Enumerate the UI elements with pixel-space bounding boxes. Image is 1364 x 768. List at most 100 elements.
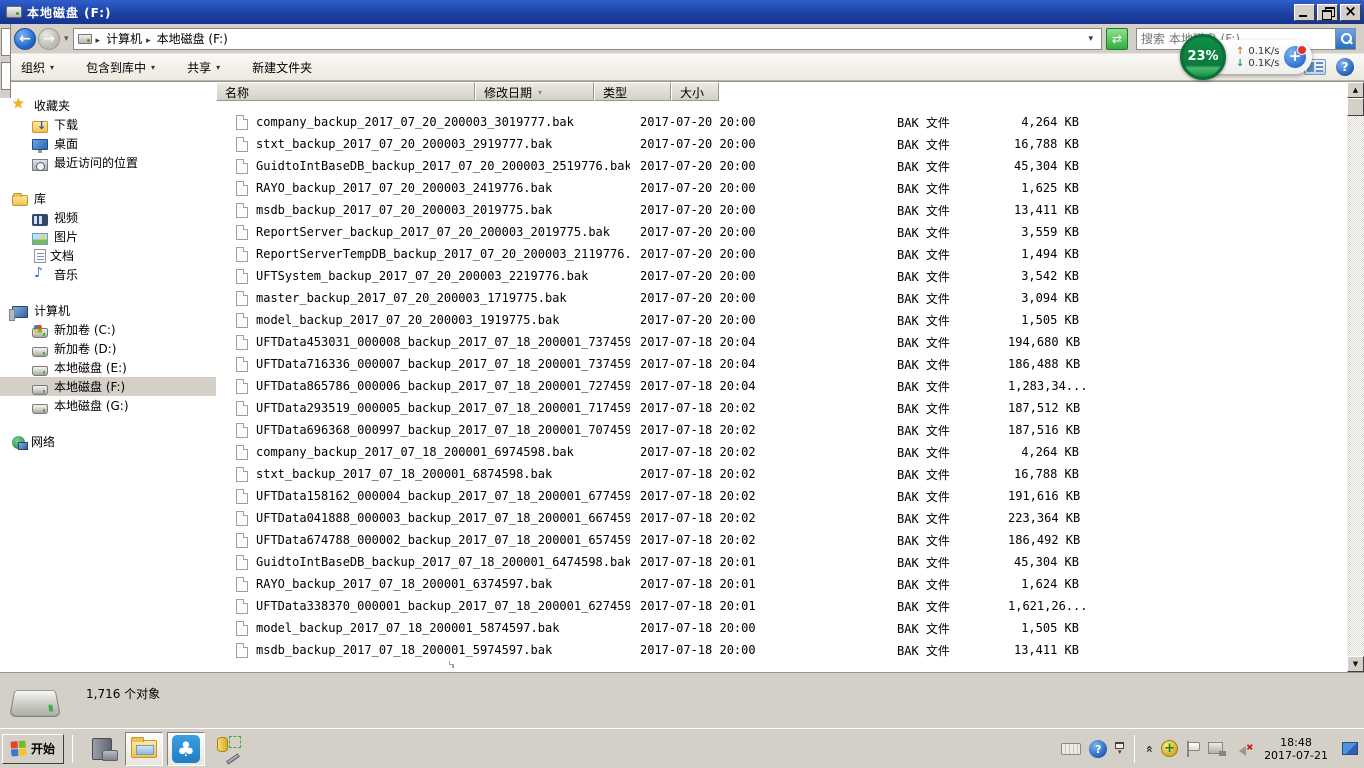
- breadcrumb-item[interactable]: 计算机: [94, 30, 145, 47]
- file-date: 2017-07-20 20:00: [630, 115, 889, 129]
- table-row[interactable]: UFTData674788_000002_backup_2017_07_18_2…: [216, 529, 1347, 551]
- table-row[interactable]: UFTSystem_backup_2017_07_20_200003_22197…: [216, 265, 1347, 287]
- sidebar-item[interactable]: 下载: [0, 115, 216, 134]
- address-bar[interactable]: 计算机本地磁盘 (F:) ▾: [73, 28, 1102, 50]
- file-icon: [236, 357, 248, 372]
- sidebar-item-label: 下载: [54, 116, 78, 133]
- speed-widget[interactable]: 23% ↑0.1K/s ↓0.1K/s +: [1186, 40, 1312, 74]
- scroll-up-icon[interactable]: ▲: [1347, 82, 1364, 98]
- table-row[interactable]: ReportServer_backup_2017_07_20_200003_20…: [216, 221, 1347, 243]
- desktop-toolbar-icon[interactable]: ▾: [1115, 742, 1124, 756]
- toolbar-button[interactable]: 组织 ▾: [12, 56, 63, 79]
- file-type: BAK 文件: [889, 312, 1008, 329]
- file-type: BAK 文件: [889, 334, 1008, 351]
- file-size: 1,494 KB: [1008, 247, 1085, 261]
- column-header[interactable]: 大小: [671, 82, 719, 101]
- sidebar-item[interactable]: 本地磁盘 (F:): [0, 377, 216, 396]
- file-name: UFTData338370_000001_backup_2017_07_18_2…: [256, 599, 630, 613]
- sidebar-item[interactable]: 桌面: [0, 134, 216, 153]
- table-row[interactable]: UFTData338370_000001_backup_2017_07_18_2…: [216, 595, 1347, 617]
- table-row[interactable]: model_backup_2017_07_20_200003_1919775.b…: [216, 309, 1347, 331]
- sidebar-item[interactable]: 本地磁盘 (G:): [0, 396, 216, 415]
- sidebar-item[interactable]: 文档: [0, 246, 216, 265]
- show-hidden-icons-chevron[interactable]: »: [1142, 745, 1156, 753]
- address-dropdown-icon[interactable]: ▾: [1084, 34, 1097, 44]
- sidebar-item[interactable]: 视频: [0, 208, 216, 227]
- table-row[interactable]: company_backup_2017_07_18_200001_6974598…: [216, 441, 1347, 463]
- sidebar-item[interactable]: 库: [0, 189, 216, 208]
- table-row[interactable]: UFTData696368_000997_backup_2017_07_18_2…: [216, 419, 1347, 441]
- sidebar-item[interactable]: 网络: [0, 432, 216, 451]
- taskbar-sql-tools[interactable]: [209, 732, 247, 766]
- minimize-button[interactable]: [1294, 4, 1315, 21]
- help-button[interactable]: [1336, 58, 1354, 76]
- table-row[interactable]: UFTData041888_000003_backup_2017_07_18_2…: [216, 507, 1347, 529]
- file-icon: [236, 181, 248, 196]
- keyboard-icon[interactable]: [1061, 743, 1081, 755]
- table-row[interactable]: stxt_backup_2017_07_18_200001_6874598.ba…: [216, 463, 1347, 485]
- search-icon[interactable]: [1335, 29, 1355, 49]
- table-row[interactable]: stxt_backup_2017_07_20_200003_2919777.ba…: [216, 133, 1347, 155]
- action-center-flag-icon[interactable]: [1186, 741, 1200, 757]
- table-row[interactable]: master_backup_2017_07_20_200003_1719775.…: [216, 287, 1347, 309]
- table-row[interactable]: RAYO_backup_2017_07_18_200001_6374597.ba…: [216, 573, 1347, 595]
- file-date: 2017-07-20 20:00: [630, 247, 889, 261]
- table-row[interactable]: msdb_backup_2017_07_18_200001_5974597.ba…: [216, 639, 1347, 661]
- network-tray-icon[interactable]: [1208, 742, 1226, 756]
- table-row[interactable]: model_backup_2017_07_18_200001_5874597.b…: [216, 617, 1347, 639]
- sidebar-item[interactable]: 音乐: [0, 265, 216, 284]
- column-header[interactable]: 名称: [216, 82, 475, 101]
- sidebar-item[interactable]: 新加卷 (C:): [0, 320, 216, 339]
- scrollbar-thumb[interactable]: [1347, 98, 1364, 116]
- breadcrumb-item[interactable]: 本地磁盘 (F:): [144, 30, 230, 47]
- file-icon: [236, 467, 248, 482]
- toolbar-button[interactable]: 包含到库中 ▾: [77, 56, 164, 79]
- sidebar-item[interactable]: 计算机: [0, 301, 216, 320]
- sidebar-item[interactable]: 新加卷 (D:): [0, 339, 216, 358]
- start-button[interactable]: 开始: [2, 734, 64, 764]
- table-row[interactable]: UFTData453031_000008_backup_2017_07_18_2…: [216, 331, 1347, 353]
- back-button[interactable]: ←: [14, 28, 36, 50]
- toolbar-button[interactable]: 共享 ▾: [178, 56, 229, 79]
- taskbar-clock[interactable]: 18:48 2017-07-21: [1260, 736, 1332, 762]
- sidebar-item[interactable]: 本地磁盘 (E:): [0, 358, 216, 377]
- table-row[interactable]: UFTData158162_000004_backup_2017_07_18_2…: [216, 485, 1347, 507]
- forward-button[interactable]: →: [38, 28, 60, 50]
- tray-help-icon[interactable]: [1089, 740, 1107, 758]
- vertical-scrollbar[interactable]: ▲ ▼: [1347, 82, 1364, 672]
- sidebar-item-icon: [12, 98, 28, 114]
- table-row[interactable]: UFTData865786_000006_backup_2017_07_18_2…: [216, 375, 1347, 397]
- restore-button[interactable]: [1317, 4, 1338, 21]
- memory-percent-badge[interactable]: 23%: [1180, 34, 1226, 80]
- table-row[interactable]: ReportServerTempDB_backup_2017_07_20_200…: [216, 243, 1347, 265]
- table-row[interactable]: company_backup_2017_07_20_200003_3019777…: [216, 111, 1347, 133]
- file-icon: [236, 313, 248, 328]
- close-button[interactable]: [1340, 4, 1361, 21]
- scroll-down-icon[interactable]: ▼: [1347, 656, 1364, 672]
- file-name: UFTData293519_000005_backup_2017_07_18_2…: [256, 401, 630, 415]
- table-row[interactable]: GuidtoIntBaseDB_backup_2017_07_18_200001…: [216, 551, 1347, 573]
- table-row[interactable]: RAYO_backup_2017_07_20_200003_2419776.ba…: [216, 177, 1347, 199]
- sidebar-item[interactable]: 图片: [0, 227, 216, 246]
- toolbar-button[interactable]: 新建文件夹: [243, 56, 326, 79]
- file-date: 2017-07-18 20:01: [630, 599, 889, 613]
- show-desktop-button[interactable]: [1342, 742, 1358, 755]
- history-dropdown-icon[interactable]: ▾: [62, 34, 71, 44]
- antivirus-tray-icon[interactable]: [1161, 740, 1178, 757]
- add-accelerate-button[interactable]: +: [1284, 46, 1306, 68]
- refresh-button[interactable]: ⇄: [1106, 28, 1128, 50]
- taskbar-explorer[interactable]: [125, 732, 163, 766]
- table-row[interactable]: UFTData293519_000005_backup_2017_07_18_2…: [216, 397, 1347, 419]
- taskbar-clover-app[interactable]: [167, 732, 205, 766]
- volume-muted-icon[interactable]: [1234, 741, 1252, 757]
- column-header[interactable]: 类型: [594, 82, 671, 101]
- sidebar-item[interactable]: 收藏夹: [0, 96, 216, 115]
- file-name: stxt_backup_2017_07_18_200001_6874598.ba…: [256, 467, 552, 481]
- taskbar-server-manager[interactable]: [83, 732, 121, 766]
- table-row[interactable]: UFTData716336_000007_backup_2017_07_18_2…: [216, 353, 1347, 375]
- table-row[interactable]: msdb_backup_2017_07_20_200003_2019775.ba…: [216, 199, 1347, 221]
- sidebar-item[interactable]: 最近访问的位置: [0, 153, 216, 172]
- column-header[interactable]: 修改日期 ▾: [475, 82, 594, 101]
- file-size: 16,788 KB: [1008, 137, 1085, 151]
- table-row[interactable]: GuidtoIntBaseDB_backup_2017_07_20_200003…: [216, 155, 1347, 177]
